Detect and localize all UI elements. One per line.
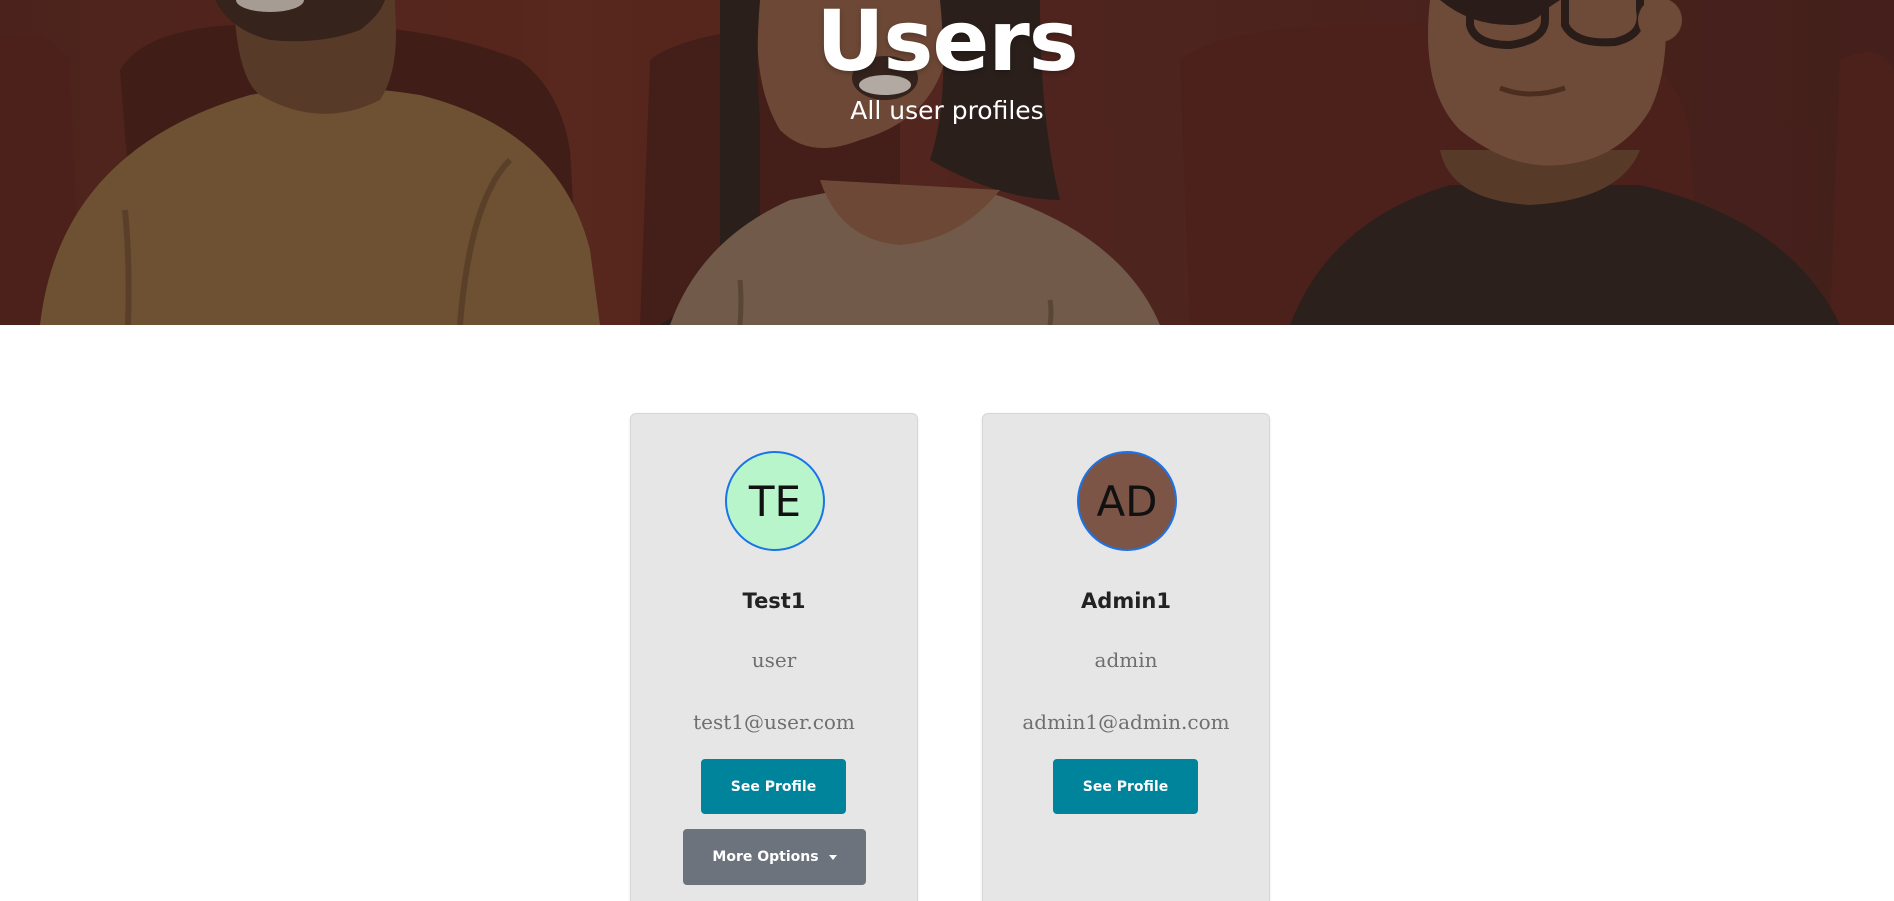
avatar-initials: AD [1096, 476, 1158, 526]
see-profile-label: See Profile [1082, 778, 1169, 795]
user-name: Admin1 [1081, 589, 1171, 613]
user-role: admin [1094, 648, 1158, 672]
avatar: AD [1077, 451, 1177, 551]
more-options-dropdown-button[interactable]: More Options [683, 829, 866, 885]
page-subtitle: All user profiles [850, 96, 1044, 125]
user-email: test1@user.com [693, 710, 855, 734]
user-name: Test1 [742, 589, 806, 613]
user-role: user [751, 648, 797, 672]
user-cards-grid: TE Test1 user test1@user.com See Profile… [0, 413, 1894, 901]
hero-banner: Users All user profiles [0, 0, 1894, 325]
see-profile-button[interactable]: See Profile [1053, 759, 1198, 814]
see-profile-button[interactable]: See Profile [701, 759, 846, 814]
user-card-admin1: AD Admin1 admin admin1@admin.com See Pro… [982, 413, 1270, 901]
more-options-label: More Options [712, 849, 819, 865]
page-title: Users [816, 0, 1079, 90]
caret-down-icon [828, 854, 837, 860]
user-card-test1: TE Test1 user test1@user.com See Profile… [630, 413, 918, 901]
avatar: TE [725, 451, 825, 551]
avatar-initials: TE [748, 476, 802, 526]
user-email: admin1@admin.com [1022, 710, 1230, 734]
see-profile-label: See Profile [730, 778, 817, 795]
